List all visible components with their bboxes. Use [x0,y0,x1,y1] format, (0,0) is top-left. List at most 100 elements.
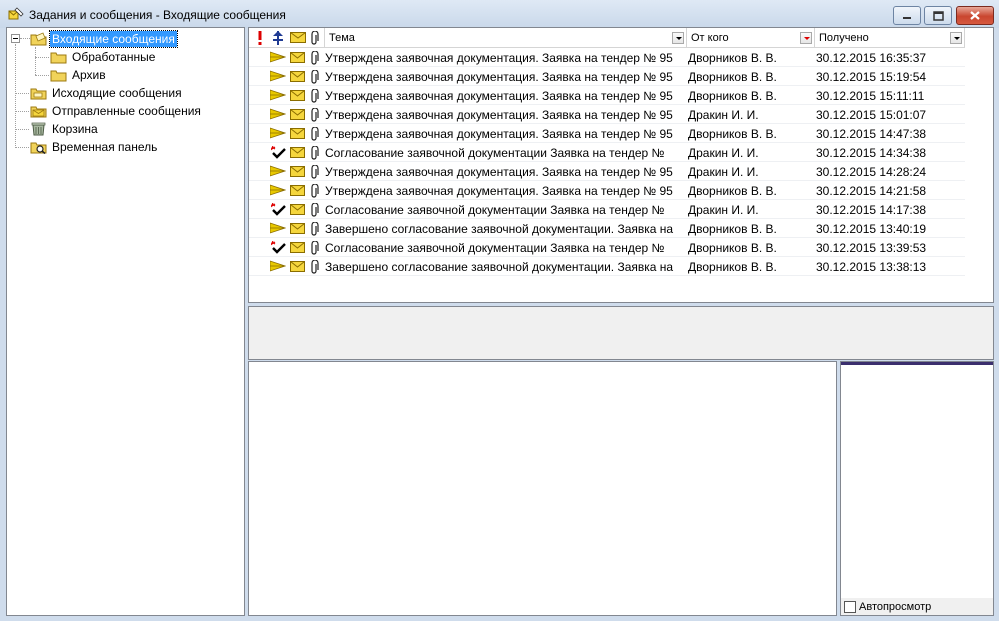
tree-item-label: Исходящие сообщения [52,86,182,100]
maximize-button[interactable] [924,6,952,25]
tree-item-label: Входящие сообщения [49,30,178,48]
folder-tree: Входящие сообщения Обработанные Архив Ис… [6,27,245,616]
row-received: 30.12.2015 14:47:38 [816,127,927,141]
forward-flag-icon [270,51,286,63]
tree-item-label: Отправленные сообщения [52,104,201,118]
close-button[interactable] [956,6,994,25]
row-from: Дракин И. И. [688,203,759,217]
exclamation-icon[interactable] [257,31,263,45]
row-received: 30.12.2015 15:01:07 [816,108,927,122]
table-row[interactable]: Согласование заявочной документации Заяв… [249,200,965,219]
table-row[interactable]: Завершено согласование заявочной докумен… [249,219,965,238]
table-row[interactable]: Согласование заявочной документации Заяв… [249,238,965,257]
paperclip-icon [311,241,319,255]
row-subject: Завершено согласование заявочной докумен… [325,222,674,236]
table-row[interactable]: Утверждена заявочная документация. Заявк… [249,162,965,181]
list-header: Тема От кого Получено [249,28,965,48]
tree-item-label: Корзина [52,122,98,136]
forward-flag-icon [270,165,286,177]
row-subject: Утверждена заявочная документация. Заявк… [325,89,673,103]
pin-icon[interactable] [272,31,284,45]
header-from-label: От кого [691,32,729,44]
envelope-icon[interactable] [290,31,306,43]
side-preview-border [841,362,993,365]
close-icon [970,11,980,20]
forward-flag-icon [270,89,286,101]
maximize-icon [932,10,944,21]
folder-icon [50,70,67,82]
tree-item-label: Архив [72,68,106,82]
envelope-pen-icon [8,7,24,20]
tree-item-trash[interactable]: Корзина [30,120,100,138]
row-received: 30.12.2015 13:38:13 [816,260,927,274]
message-list: Тема От кого Получено Утверждена заявочн… [248,27,994,303]
envelope-icon [290,261,305,272]
paperclip-icon [311,51,319,65]
row-subject: Утверждена заявочная документация. Заявк… [325,165,673,179]
table-row[interactable]: Утверждена заявочная документация. Заявк… [249,48,965,67]
table-row[interactable]: Утверждена заявочная документация. Заявк… [249,67,965,86]
row-received: 30.12.2015 14:21:58 [816,184,927,198]
row-from: Дворников В. В. [688,222,777,236]
table-row[interactable]: Утверждена заявочная документация. Заявк… [249,86,965,105]
minimize-icon [903,16,911,19]
row-received: 30.12.2015 15:19:54 [816,70,927,84]
subject-filter-dropdown[interactable] [672,32,684,44]
header-from[interactable]: От кого [687,28,815,48]
inbox-folder-icon [30,32,47,46]
header-received[interactable]: Получено [815,28,965,48]
paperclip-icon [311,89,319,103]
paperclip-icon [311,108,319,122]
tree-item-sent[interactable]: Отправленные сообщения [30,102,203,120]
envelope-icon [290,109,305,120]
row-from: Дворников В. В. [688,241,777,255]
row-from: Дракин И. И. [688,146,759,160]
row-from: Дракин И. И. [688,165,759,179]
autopreview-toggle[interactable]: Автопросмотр [844,601,931,613]
table-row[interactable]: Утверждена заявочная документация. Заявк… [249,105,965,124]
row-subject: Утверждена заявочная документация. Заявк… [325,127,673,141]
sent-folder-icon [30,106,47,118]
row-subject: Утверждена заявочная документация. Заявк… [325,51,673,65]
received-filter-dropdown[interactable] [950,32,962,44]
row-from: Дворников В. В. [688,51,777,65]
window-title: Задания и сообщения - Входящие сообщения [29,8,286,22]
paperclip-icon [311,184,319,198]
table-row[interactable]: Согласование заявочной документации Заяв… [249,143,965,162]
table-row[interactable]: Утверждена заявочная документация. Заявк… [249,181,965,200]
row-subject: Согласование заявочной документации Заяв… [325,203,665,217]
table-row[interactable]: Утверждена заявочная документация. Заявк… [249,124,965,143]
row-received: 30.12.2015 14:28:24 [816,165,927,179]
tree-item-inbox[interactable]: Входящие сообщения [30,30,178,48]
tree-item-outbox[interactable]: Исходящие сообщения [30,84,184,102]
title-bar: Задания и сообщения - Входящие сообщения [0,0,999,28]
from-sort-dropdown[interactable] [800,32,812,44]
forward-flag-icon [270,127,286,139]
header-subject-label: Тема [329,32,355,44]
paperclip-icon [311,70,319,84]
tree-item-temp-panel[interactable]: Временная панель [30,138,159,156]
task-check-icon [271,146,286,159]
row-from: Дворников В. В. [688,260,777,274]
task-check-icon [271,241,286,254]
autopreview-checkbox[interactable] [844,601,856,613]
header-subject[interactable]: Тема [325,28,687,48]
paperclip-icon [311,203,319,217]
tree-collapse-toggle[interactable] [11,34,20,43]
row-received: 30.12.2015 15:11:11 [816,89,925,103]
message-preview-pane [248,361,837,616]
tree-item-processed[interactable]: Обработанные [50,48,157,66]
forward-flag-icon [270,222,286,234]
header-received-label: Получено [819,32,869,44]
tree-item-archive[interactable]: Архив [50,66,108,84]
table-row[interactable]: Завершено согласование заявочной докумен… [249,257,965,276]
minimize-button[interactable] [893,6,921,25]
row-from: Дракин И. И. [688,108,759,122]
paperclip-icon[interactable] [310,31,319,45]
trash-icon [31,122,46,136]
paperclip-icon [311,146,319,160]
row-from: Дворников В. В. [688,89,777,103]
envelope-icon [290,185,305,196]
forward-flag-icon [270,70,286,82]
envelope-icon [290,166,305,177]
